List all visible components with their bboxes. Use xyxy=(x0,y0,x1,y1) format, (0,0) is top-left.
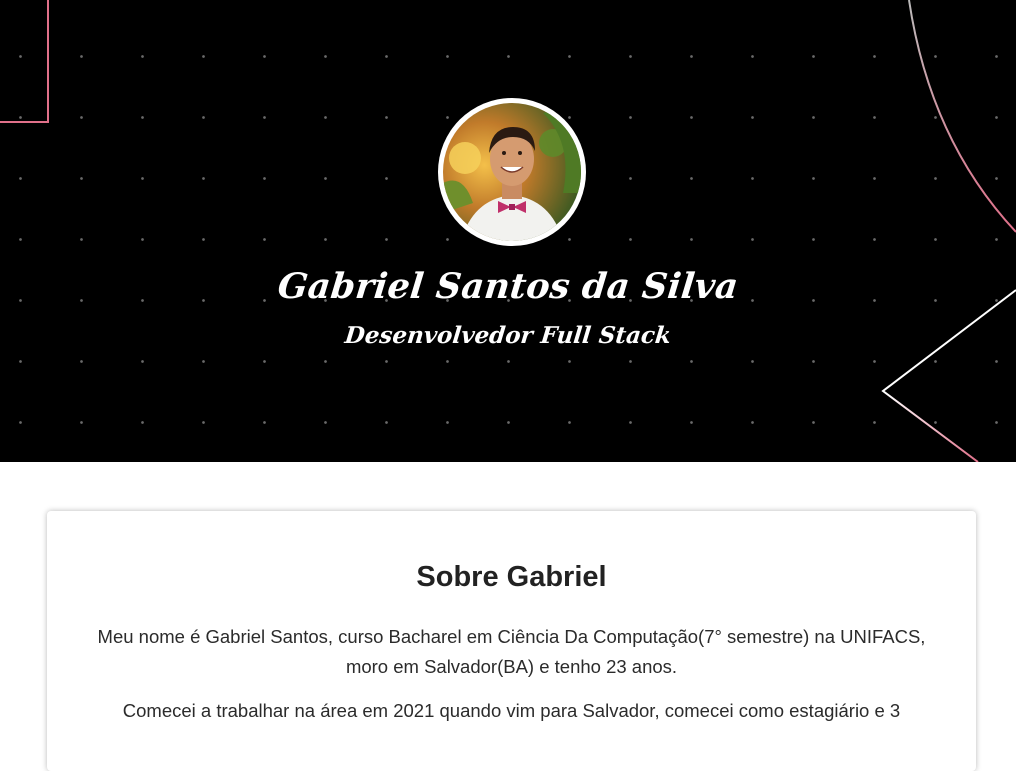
about-title: Sobre Gabriel xyxy=(416,561,607,593)
about-paragraph-2: Comecei a trabalhar na área em 2021 quan… xyxy=(47,696,976,726)
hero-role: Desenvolvedor Full Stack xyxy=(343,322,673,349)
about-paragraph-2-line-1: Comecei a trabalhar na área em 2021 quan… xyxy=(122,700,901,721)
hero-section: Gabriel Santos da Silva Desenvolvedor Fu… xyxy=(0,0,1016,462)
chevron-decoration xyxy=(881,289,1016,462)
about-paragraph-1-line-1: Meu nome é Gabriel Santos, curso Bachare… xyxy=(97,626,926,647)
corner-bracket-decoration xyxy=(0,0,49,123)
about-card: Sobre Gabriel Meu nome é Gabriel Santos,… xyxy=(47,511,976,771)
profile-photo-icon xyxy=(443,103,581,241)
about-paragraph-1: Meu nome é Gabriel Santos, curso Bachare… xyxy=(47,622,976,682)
hero-name: Gabriel Santos da Silva xyxy=(275,266,741,307)
avatar xyxy=(438,98,586,246)
about-paragraph-1-line-2: moro em Salvador(BA) e tenho 23 anos. xyxy=(345,656,678,677)
arc-decoration xyxy=(908,0,1016,233)
